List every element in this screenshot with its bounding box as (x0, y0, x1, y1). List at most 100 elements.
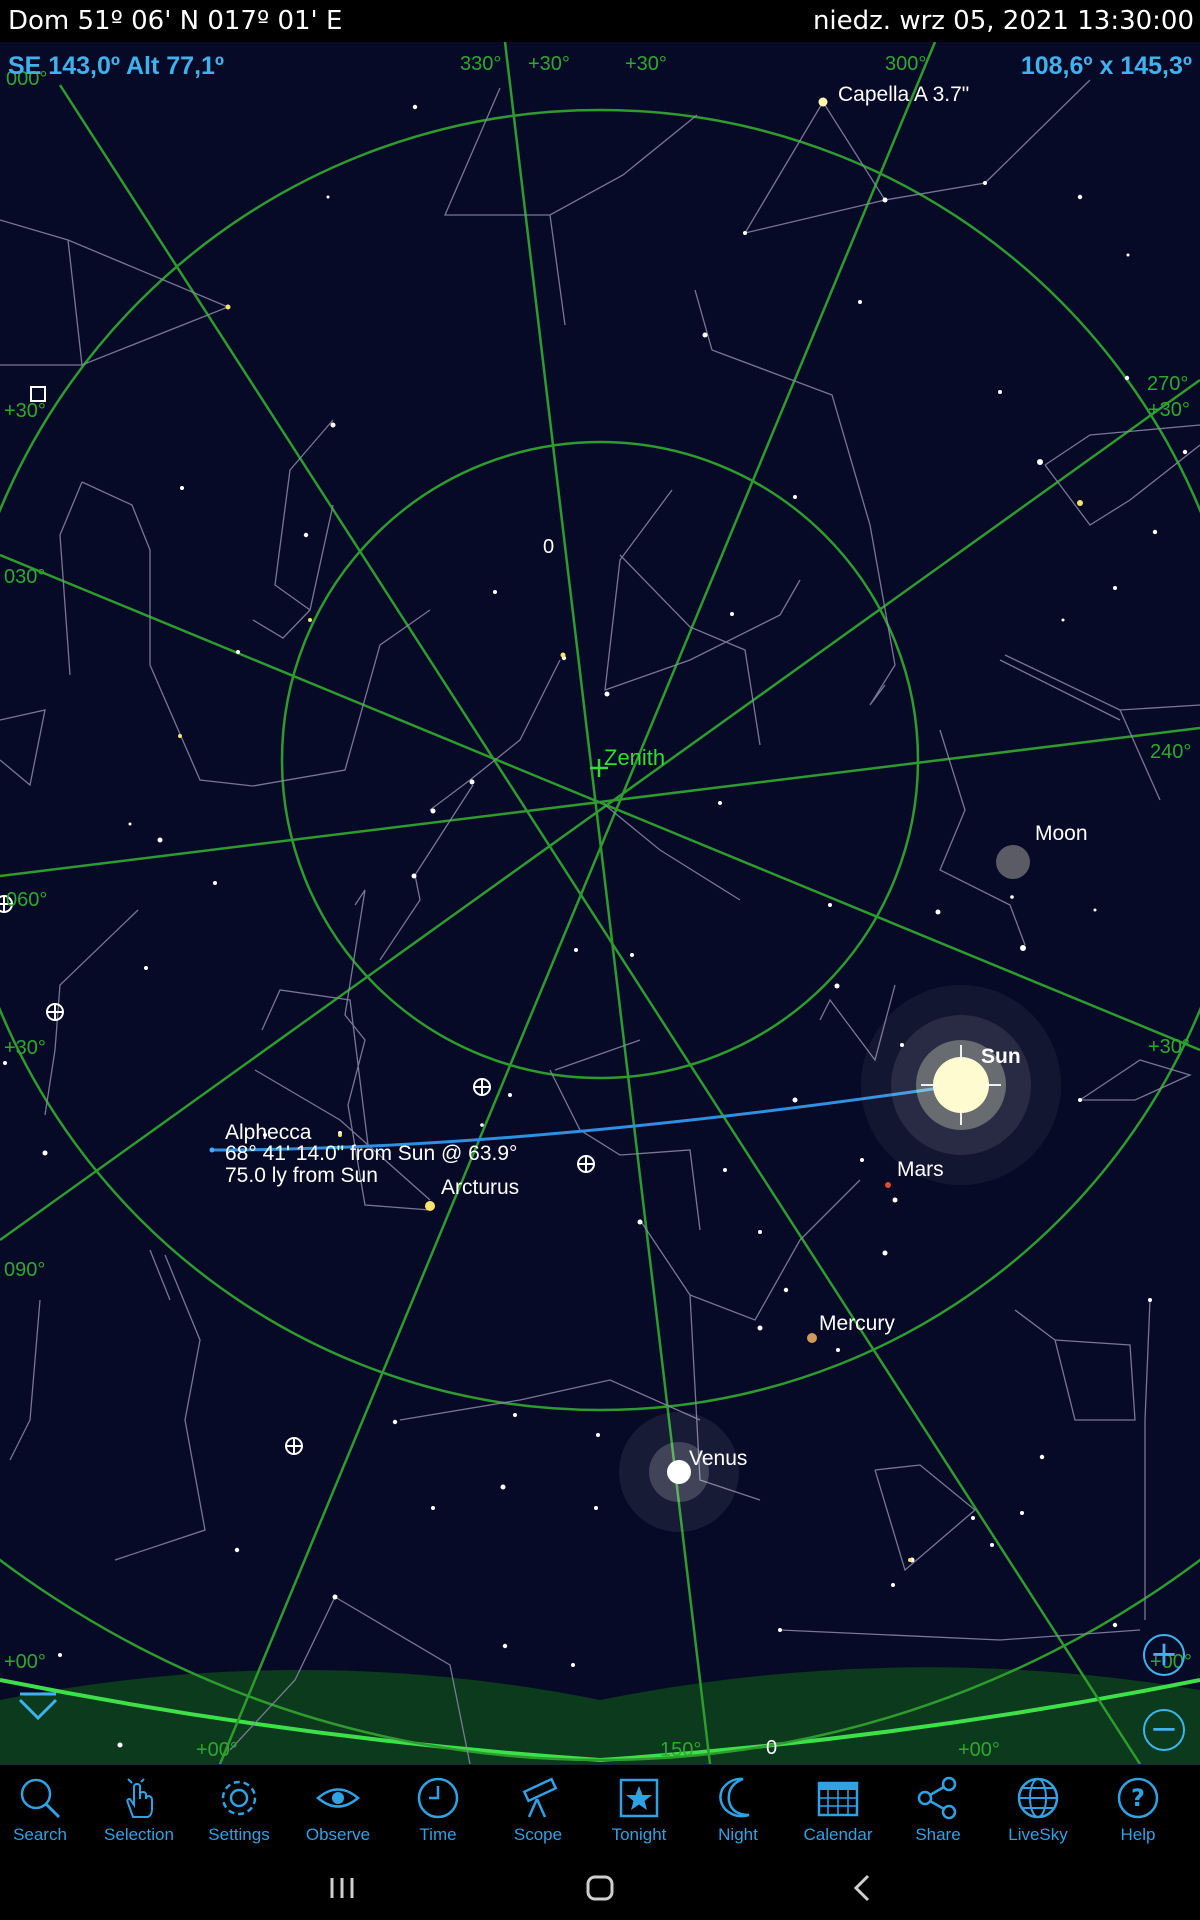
zoom-in-button[interactable]: + (1143, 1634, 1185, 1676)
grid-labels: 330° +30° +30° 300° 000° 270° +30° +30° … (4, 53, 1192, 1761)
constellation-hercules (549, 1069, 701, 1231)
deep-sky-marker-1: 0 (543, 536, 554, 558)
toolbar-settings-button[interactable]: Settings (189, 1765, 289, 1857)
toolbar-label: LiveSky (1008, 1825, 1068, 1844)
grid-label-alt30: +30° (528, 53, 570, 75)
grid-label-alt30: +30° (4, 1037, 46, 1059)
moon[interactable] (996, 845, 1030, 879)
star (860, 1158, 864, 1162)
constellation-ursa-major-b (59, 481, 83, 676)
toolbar-label: Tonight (611, 1825, 667, 1844)
star (758, 1230, 762, 1234)
sky-map-canvas[interactable]: Zenith Capella A 3.7" Moon Sun Mars Merc… (0, 42, 1200, 1764)
back-icon[interactable] (840, 1866, 886, 1910)
svg-text:?: ? (1131, 1784, 1145, 1812)
mercury[interactable] (807, 1333, 817, 1343)
grid-label-az330: 330° (460, 53, 501, 75)
star (1182, 449, 1188, 455)
star (723, 1168, 727, 1172)
toolbar-label: Scope (513, 1825, 563, 1844)
share-icon (917, 1776, 957, 1820)
star (834, 983, 840, 989)
star (493, 590, 497, 594)
recent-apps-icon[interactable] (320, 1866, 366, 1910)
venus-body[interactable] (619, 1412, 739, 1532)
sky-chart[interactable]: Zenith Capella A 3.7" Moon Sun Mars Merc… (0, 42, 1200, 1764)
sun-alphecca-path (211, 1083, 961, 1152)
toolbar-calendar-button[interactable]: Calendar (788, 1765, 888, 1857)
field-of-view-readout: 108,6º x 145,3º (1020, 52, 1192, 80)
constellation-virgo-b (149, 1249, 171, 1301)
grid-label-az240: 240° (1150, 741, 1191, 763)
toolbar-time-button[interactable]: Time (388, 1765, 488, 1857)
horizon-ground (0, 1667, 1200, 1764)
grid-label-alt00: +00° (4, 1651, 46, 1673)
toolbar-night-button[interactable]: Night (688, 1765, 788, 1857)
star (128, 822, 132, 826)
toolbar-scope-button[interactable]: Scope (488, 1765, 588, 1857)
zenith-label: Zenith (604, 745, 665, 770)
star (892, 1197, 898, 1203)
star (213, 881, 217, 885)
star (225, 304, 231, 310)
star (338, 1133, 342, 1137)
clock-icon (417, 1777, 459, 1819)
star (935, 909, 941, 915)
yellow-stars (178, 304, 1083, 1562)
gear-icon (221, 1780, 257, 1816)
toolbar-tonight-button[interactable]: Tonight (589, 1765, 689, 1857)
star (3, 1061, 7, 1065)
moon-icon (719, 1777, 750, 1818)
cluster-marker (46, 1003, 64, 1021)
star (1148, 1298, 1152, 1302)
star (718, 801, 722, 805)
toolbar-search-button[interactable]: Search (0, 1765, 90, 1857)
arcturus-star[interactable] (425, 1201, 435, 1211)
toolbar-label: Share (915, 1825, 961, 1844)
search-icon (20, 1778, 61, 1819)
toolbar-observe-button[interactable]: Observe (288, 1765, 388, 1857)
system-navigation-bar (0, 1856, 1200, 1920)
toolbar-livesky-button[interactable]: LiveSky (988, 1765, 1088, 1857)
star (757, 1325, 763, 1331)
datetime-text: niedz. wrz 05, 2021 13:30:00 (812, 6, 1194, 36)
star (778, 1628, 782, 1632)
zoom-out-button[interactable]: − (1143, 1709, 1185, 1751)
grid-label-alt30: +30° (4, 400, 46, 422)
constellation-leo (9, 1299, 41, 1461)
toolbar-share-button[interactable]: Share (888, 1765, 988, 1857)
constellation-delphinus (874, 1464, 977, 1572)
home-icon[interactable] (577, 1866, 623, 1910)
star (500, 1484, 506, 1490)
capella-star[interactable] (818, 97, 828, 107)
star (330, 422, 336, 428)
telescope-icon (522, 1777, 558, 1818)
star (983, 181, 987, 185)
toolbar-selection-button[interactable]: Selection (89, 1765, 189, 1857)
toolbar-label: Night (718, 1825, 758, 1844)
star (508, 1093, 512, 1097)
mars[interactable] (885, 1182, 891, 1188)
grid-label-az030: 030° (4, 566, 45, 588)
star (332, 1594, 338, 1600)
constellation-ursa-major-d (274, 419, 334, 611)
altitude-grid (0, 108, 1200, 1761)
constellation-lines (0, 79, 1200, 1764)
star (604, 691, 610, 697)
star (236, 650, 240, 654)
toolbar-label: Time (419, 1825, 457, 1844)
grid-label-az300: 300° (885, 53, 926, 75)
help-icon: ? (1117, 1777, 1159, 1819)
star (571, 1663, 575, 1667)
star (998, 390, 1002, 394)
toolbar-label: Selection (104, 1825, 174, 1844)
eye-icon (316, 1788, 360, 1808)
star (858, 300, 862, 304)
star (1020, 945, 1026, 951)
sun-body[interactable] (861, 985, 1061, 1185)
alphecca-star[interactable] (209, 1147, 215, 1153)
calendar-icon (817, 1781, 859, 1817)
star-box-icon (619, 1778, 659, 1818)
cluster-marker (473, 1078, 491, 1096)
toolbar-help-button[interactable]: ? Help (1088, 1765, 1188, 1857)
